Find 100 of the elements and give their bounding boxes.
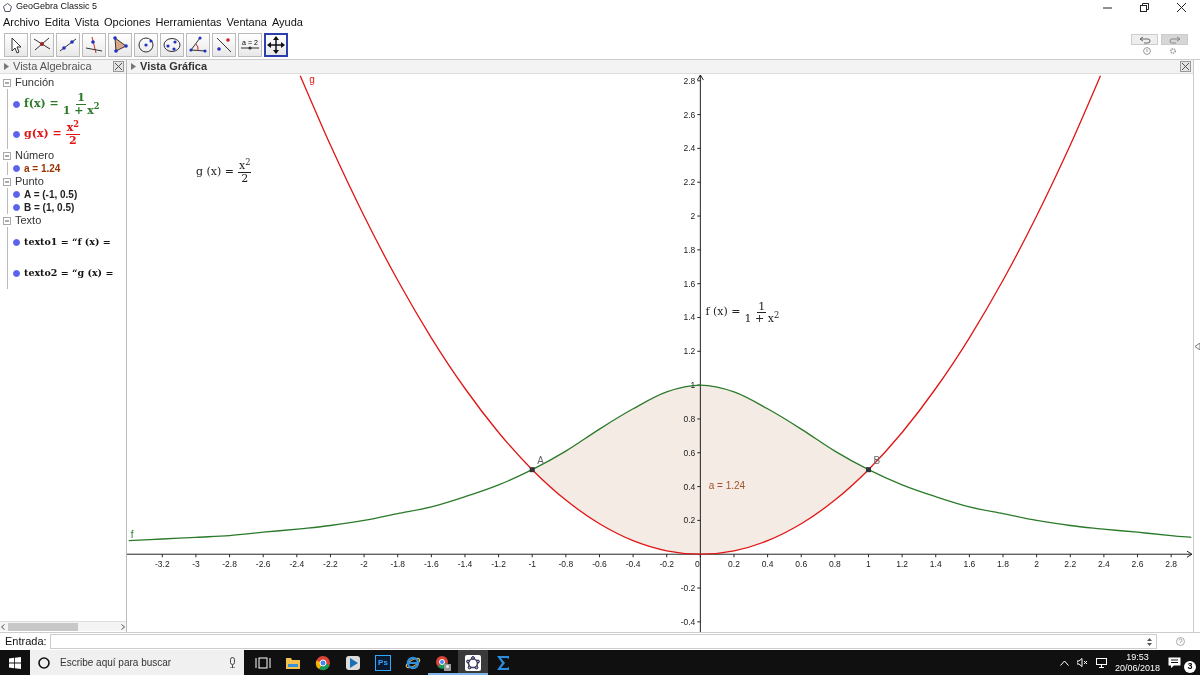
tool-button[interactable] xyxy=(212,32,236,57)
tool-button[interactable] xyxy=(4,32,28,57)
tick-label: 0.4 xyxy=(683,481,696,492)
restore-icon[interactable] xyxy=(1140,2,1149,12)
curve-label: g xyxy=(309,74,315,85)
close-view-button[interactable] xyxy=(1180,61,1191,72)
tick-label: -2.6 xyxy=(255,559,271,570)
tick-label: 1 xyxy=(866,559,871,570)
windows-start-icon[interactable] xyxy=(9,656,21,669)
close-icon xyxy=(115,63,122,70)
circle-icon xyxy=(136,34,156,55)
taskbar-app[interactable] xyxy=(458,650,488,675)
tool-button[interactable] xyxy=(82,32,106,57)
spinner-icon[interactable] xyxy=(1147,637,1152,646)
tick-label: -1.2 xyxy=(491,559,506,570)
circle-icon xyxy=(38,656,50,669)
tick-label: 2.6 xyxy=(1131,559,1144,570)
point-marker[interactable] xyxy=(529,467,535,473)
curve-label: f xyxy=(130,528,134,540)
scroll-left-icon[interactable] xyxy=(0,622,6,631)
tool-button[interactable] xyxy=(186,32,210,57)
tick-label: -0.8 xyxy=(558,559,574,570)
scroll-right-icon[interactable] xyxy=(120,622,126,631)
tool-button[interactable] xyxy=(30,32,54,57)
expand-arrow-icon[interactable] xyxy=(131,63,136,70)
group-label: Texto xyxy=(15,213,42,229)
panel-title: Vista Algebraica xyxy=(13,59,92,75)
point-label: A xyxy=(537,454,544,466)
tick-label: -0.6 xyxy=(592,559,607,570)
visibility-dot[interactable] xyxy=(13,130,20,138)
tick-label: 0.6 xyxy=(795,559,808,570)
tick-label: -0.2 xyxy=(680,583,696,594)
menu-item[interactable]: Ayuda xyxy=(271,13,303,31)
close-icon xyxy=(1182,63,1189,70)
menu-item[interactable]: Herramientas xyxy=(155,13,222,31)
close-icon[interactable] xyxy=(1177,2,1186,12)
play-icon xyxy=(345,654,361,671)
tick-label: -0.4 xyxy=(680,616,696,627)
side-arrow-icon[interactable] xyxy=(1194,342,1200,350)
visibility-dot[interactable] xyxy=(13,100,20,108)
close-view-button[interactable] xyxy=(113,61,124,72)
tick-label: -3 xyxy=(192,559,200,570)
network-icon[interactable] xyxy=(1095,657,1107,668)
notification-count: 3 xyxy=(1184,660,1196,673)
menu-item[interactable]: Ventana xyxy=(226,13,267,31)
group-label: Número xyxy=(15,148,55,164)
tick-label: 1.4 xyxy=(683,312,696,323)
panel-title: Vista Gráfica xyxy=(140,59,208,75)
angle-icon xyxy=(188,34,208,55)
search-box[interactable]: Escribe aquí para buscar xyxy=(30,650,244,675)
chevron-up-icon[interactable] xyxy=(1059,659,1069,666)
input-label: Entrada: xyxy=(5,634,47,650)
menu-item[interactable]: Edita xyxy=(44,13,70,31)
tick-label: -1.6 xyxy=(424,559,439,570)
area-value-label: a = 1.24 xyxy=(708,479,746,494)
visibility-dot[interactable] xyxy=(13,165,20,172)
taskbar-app[interactable]: Ps xyxy=(368,650,398,675)
move-arrows-icon xyxy=(266,34,286,55)
scrollbar-thumb[interactable] xyxy=(8,622,78,631)
menu-item[interactable]: Archivo xyxy=(3,13,40,31)
undo-button[interactable] xyxy=(1131,34,1159,45)
muted-speaker-icon[interactable] xyxy=(1076,658,1088,667)
perpendicular-line-icon xyxy=(84,34,104,55)
task-view-icon xyxy=(255,654,271,671)
tick-label: 1.8 xyxy=(683,244,696,255)
expand-arrow-icon[interactable] xyxy=(4,63,9,70)
input-field[interactable] xyxy=(49,634,1157,649)
clock-time: 19:53 xyxy=(1126,652,1149,663)
redo-icon xyxy=(1168,35,1181,44)
window-title: GeoGebra Classic 5 xyxy=(16,0,98,14)
tick-label: -2.8 xyxy=(222,559,237,570)
tick-label: 0.6 xyxy=(683,447,696,458)
undo-icon xyxy=(1138,35,1151,44)
menu-item[interactable]: Opciones xyxy=(104,13,151,31)
tool-button[interactable] xyxy=(108,32,132,57)
tick-label: 0 xyxy=(695,559,700,570)
algebra-entry: A = (-1, 0.5) xyxy=(24,188,78,202)
microphone-icon[interactable] xyxy=(229,657,236,668)
menu-item[interactable]: Vista xyxy=(74,13,100,31)
browser-icon xyxy=(315,654,331,671)
tick-label: -1.4 xyxy=(457,559,473,570)
tool-button[interactable] xyxy=(160,32,184,57)
point-marker[interactable] xyxy=(866,467,871,473)
visibility-dot[interactable] xyxy=(13,270,20,277)
settings-icon[interactable] xyxy=(1168,47,1177,55)
algebra-entry: B = (1, 0.5) xyxy=(24,201,75,215)
sigma-icon xyxy=(495,654,511,671)
pentagon-logo-icon xyxy=(3,2,12,12)
visibility-dot[interactable] xyxy=(13,239,20,246)
tool-button[interactable] xyxy=(264,32,288,57)
visibility-dot[interactable] xyxy=(13,204,20,211)
tick-label: 1.4 xyxy=(929,559,942,570)
tick-label: 0.2 xyxy=(683,515,696,526)
notification-icon[interactable] xyxy=(1168,656,1181,669)
tick-label: 2 xyxy=(1034,559,1039,570)
tool-button[interactable] xyxy=(134,32,158,57)
tick-label: 2.8 xyxy=(1165,559,1178,570)
visibility-dot[interactable] xyxy=(13,191,20,198)
search-field[interactable]: Escribe aquí para buscar xyxy=(58,654,221,671)
group-label: Punto xyxy=(15,174,44,190)
